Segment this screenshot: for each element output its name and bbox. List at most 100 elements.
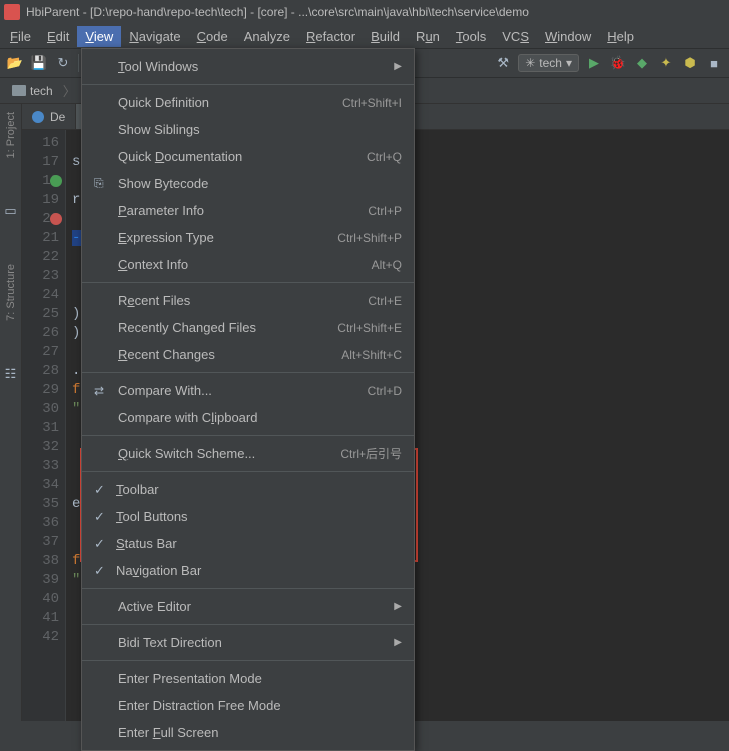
file-icon [32,111,44,123]
line-number: 41 [22,609,59,628]
coverage-icon[interactable]: ◆ [633,54,651,72]
menu-item-compare-with-clipboard[interactable]: Compare with Clipboard [82,404,414,431]
line-number: 33 [22,457,59,476]
menu-item-compare-with[interactable]: ⇄Compare With...Ctrl+D [82,377,414,404]
menu-refactor[interactable]: Refactor [298,26,363,47]
menu-item-enter-presentation-mode[interactable]: Enter Presentation Mode [82,665,414,692]
menu-item-bidi-text-direction[interactable]: Bidi Text Direction▶ [82,629,414,656]
shortcut-label: Ctrl+Shift+E [337,321,402,335]
menu-item-label: Show Bytecode [118,176,402,191]
menu-separator [82,84,414,85]
breadcrumb-separator: 〉 [63,81,76,100]
menu-item-expression-type[interactable]: Expression TypeCtrl+Shift+P [82,224,414,251]
breadcrumb-tech[interactable]: tech [6,82,59,100]
menu-help[interactable]: Help [599,26,642,47]
menu-item-toolbar[interactable]: ✓Toolbar [82,476,414,503]
line-number: 27 [22,343,59,362]
menu-navigate[interactable]: Navigate [121,26,188,47]
line-number: 22 [22,248,59,267]
tab-label: De [50,110,65,124]
breadcrumb-label: tech [30,84,53,98]
menu-item-tool-buttons[interactable]: ✓ Tool Buttons [82,503,414,530]
separator [78,54,79,72]
refresh-icon[interactable]: ↻ [54,54,72,72]
shortcut-label: Ctrl+P [368,204,402,218]
menu-item-label: Enter Full Screen [118,725,402,740]
editor-tab[interactable]: De [22,104,76,129]
menu-item-recent-changes[interactable]: Recent ChangesAlt+Shift+C [82,341,414,368]
menu-file[interactable]: File [2,26,39,47]
menu-item-quick-definition[interactable]: Quick DefinitionCtrl+Shift+I [82,89,414,116]
menu-separator [82,624,414,625]
save-all-icon[interactable]: 💾 [30,54,48,72]
project-toolwindow-tab[interactable]: 1: Project [3,108,19,162]
open-icon[interactable]: 📂 [6,54,24,72]
submenu-arrow-icon: ▶ [394,601,402,612]
structure-toolwindow-tab[interactable]: 7: Structure [3,260,19,325]
left-toolstrip: 1: Project ▭ 7: Structure ☷ [0,104,22,721]
line-number: 35 [22,495,59,514]
menu-code[interactable]: Code [189,26,236,47]
menu-view[interactable]: View [77,26,121,47]
titlebar: HbiParent - [D:\repo-hand\repo-tech\tech… [0,0,729,24]
folder-icon [12,85,26,96]
shortcut-label: Alt+Q [372,258,402,272]
menu-item-status-bar[interactable]: ✓Status Bar [82,530,414,557]
menu-vcs[interactable]: VCS [494,26,537,47]
menu-item-context-info[interactable]: Context InfoAlt+Q [82,251,414,278]
shortcut-label: Ctrl+E [368,294,402,308]
menu-item-label: Status Bar [116,536,402,551]
menu-item-label: Tool Buttons [116,509,402,524]
debug-icon[interactable]: 🐞 [609,54,627,72]
line-number: 29 [22,381,59,400]
menu-item-navigation-bar[interactable]: ✓Navigation Bar [82,557,414,584]
menu-item-show-bytecode[interactable]: ⎘Show Bytecode [82,170,414,197]
menu-window[interactable]: Window [537,26,599,47]
menu-item-label: Quick Definition [118,95,342,110]
menu-separator [82,372,414,373]
shortcut-label: Ctrl+Q [367,150,402,164]
project-icon[interactable]: ▭ [2,202,20,220]
hammer-icon[interactable]: ⚒ [494,54,512,72]
menu-item-enter-distraction-free-mode[interactable]: Enter Distraction Free Mode [82,692,414,719]
menu-item-parameter-info[interactable]: Parameter InfoCtrl+P [82,197,414,224]
menu-separator [82,471,414,472]
line-number: 16 [22,134,59,153]
line-number: 21 [22,229,59,248]
menu-item-active-editor[interactable]: Active Editor▶ [82,593,414,620]
menu-tools[interactable]: Tools [448,26,494,47]
menu-item-enter-full-screen[interactable]: Enter Full Screen [82,719,414,746]
line-number: 34 [22,476,59,495]
menu-item-label: Recently Changed Files [118,320,337,335]
menu-run[interactable]: Run [408,26,448,47]
menu-analyze[interactable]: Analyze [236,26,298,47]
line-number: 24 [22,286,59,305]
menu-item-recently-changed-files[interactable]: Recently Changed FilesCtrl+Shift+E [82,314,414,341]
menu-item-show-siblings[interactable]: Show Siblings [82,116,414,143]
menu-item-label: Tool Windows [118,59,386,74]
menu-item-quick-documentation[interactable]: Quick DocumentationCtrl+Q [82,143,414,170]
menu-item-recent-files[interactable]: Recent FilesCtrl+E [82,287,414,314]
menu-item-label: Compare with Clipboard [118,410,402,425]
menu-item-quick-switch-scheme[interactable]: Quick Switch Scheme...Ctrl+后引号 [82,440,414,467]
run-config-label: tech [539,56,562,70]
line-number: 37 [22,533,59,552]
attach-icon[interactable]: ⬢ [681,54,699,72]
run-config-selector[interactable]: ✳ tech ▾ [518,54,579,72]
stop-icon[interactable]: ■ [705,54,723,72]
error-marker-icon[interactable] [50,213,62,225]
line-number: 42 [22,628,59,647]
menu-separator [82,435,414,436]
menu-build[interactable]: Build [363,26,408,47]
menu-item-tool-windows[interactable]: Tool Windows▶ [82,53,414,80]
structure-icon[interactable]: ☷ [2,365,20,383]
editor-gutter: 1617181920212223242526272829303132333435… [22,130,66,721]
run-icon[interactable]: ▶ [585,54,603,72]
check-icon: ✓ [94,509,108,525]
run-marker-icon[interactable] [50,175,62,187]
menu-item-label: Navigation Bar [116,563,402,578]
chevron-down-icon: ▾ [566,56,572,70]
line-number: 26 [22,324,59,343]
profile-icon[interactable]: ✦ [657,54,675,72]
menu-edit[interactable]: Edit [39,26,77,47]
